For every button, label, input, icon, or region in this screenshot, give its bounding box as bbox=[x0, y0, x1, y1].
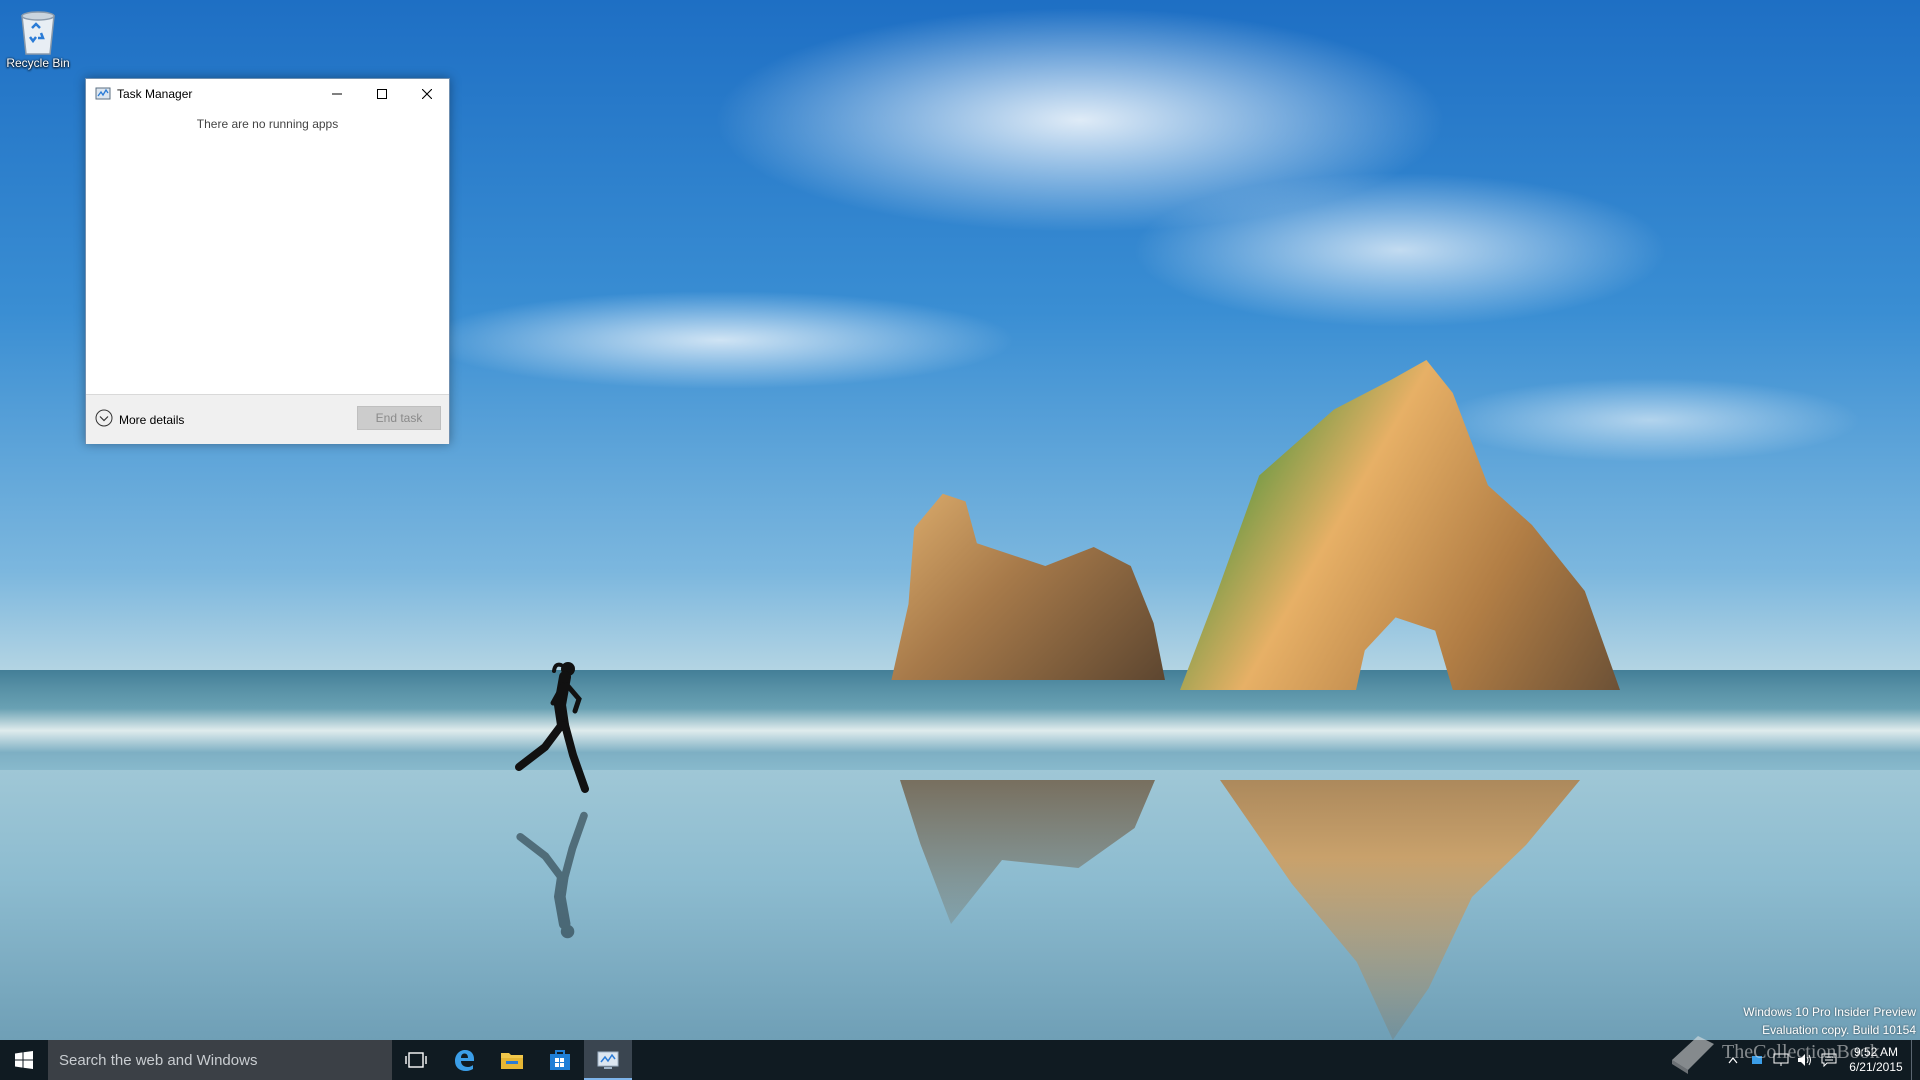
taskbar-edge[interactable] bbox=[440, 1040, 488, 1080]
more-details-button[interactable]: More details bbox=[95, 409, 184, 431]
maximize-button[interactable] bbox=[359, 79, 404, 109]
wallpaper-rock-arch bbox=[1180, 360, 1620, 690]
window-footer: More details End task bbox=[86, 394, 449, 444]
desktop-icon-recycle-bin[interactable]: Recycle Bin bbox=[2, 4, 74, 70]
site-watermark-text: TheCollectionBook bbox=[1722, 1040, 1880, 1063]
desktop-icon-label: Recycle Bin bbox=[6, 56, 70, 70]
window-title: Task Manager bbox=[117, 87, 193, 101]
site-watermark: TheCollectionBook bbox=[1668, 1030, 1880, 1074]
recycle-bin-icon bbox=[16, 6, 60, 56]
wallpaper-sea bbox=[0, 670, 1920, 780]
book-logo-icon bbox=[1672, 1036, 1714, 1074]
wallpaper-runner-reflection bbox=[516, 811, 588, 939]
task-manager-window: Task Manager There are no running apps M… bbox=[85, 78, 450, 444]
chevron-down-circle-icon bbox=[95, 409, 113, 431]
wallpaper-runner bbox=[515, 662, 589, 793]
task-manager-icon bbox=[597, 1051, 619, 1069]
close-button[interactable] bbox=[404, 79, 449, 109]
folder-icon bbox=[501, 1053, 523, 1069]
task-manager-icon bbox=[95, 86, 111, 102]
show-desktop-button[interactable] bbox=[1911, 1040, 1920, 1080]
edge-icon bbox=[455, 1050, 474, 1071]
start-button[interactable] bbox=[0, 1040, 48, 1080]
store-icon bbox=[550, 1050, 570, 1070]
title-bar[interactable]: Task Manager bbox=[86, 79, 449, 109]
wallpaper-rock-left bbox=[891, 493, 1165, 680]
empty-apps-message: There are no running apps bbox=[196, 117, 339, 131]
minimize-button[interactable] bbox=[314, 79, 359, 109]
end-task-button[interactable]: End task bbox=[357, 406, 441, 430]
search-placeholder: Search the web and Windows bbox=[59, 1051, 258, 1069]
taskbar-store[interactable] bbox=[536, 1040, 584, 1080]
taskbar-task-manager[interactable] bbox=[584, 1040, 632, 1080]
taskbar-task-view[interactable] bbox=[392, 1040, 440, 1080]
watermark-edition: Windows 10 Pro Insider Preview bbox=[1743, 1005, 1916, 1019]
close-icon bbox=[421, 89, 432, 99]
more-details-label: More details bbox=[119, 413, 185, 427]
taskbar-file-explorer[interactable] bbox=[488, 1040, 536, 1080]
minimize-icon bbox=[331, 93, 342, 95]
task-view-icon bbox=[405, 1052, 427, 1068]
window-controls bbox=[314, 79, 449, 109]
taskbar: Search the web and Windows 9:52 AM 6/21/… bbox=[0, 1040, 1920, 1080]
search-box[interactable]: Search the web and Windows bbox=[48, 1040, 392, 1080]
windows-logo-icon bbox=[15, 1051, 33, 1069]
maximize-icon bbox=[376, 89, 387, 99]
